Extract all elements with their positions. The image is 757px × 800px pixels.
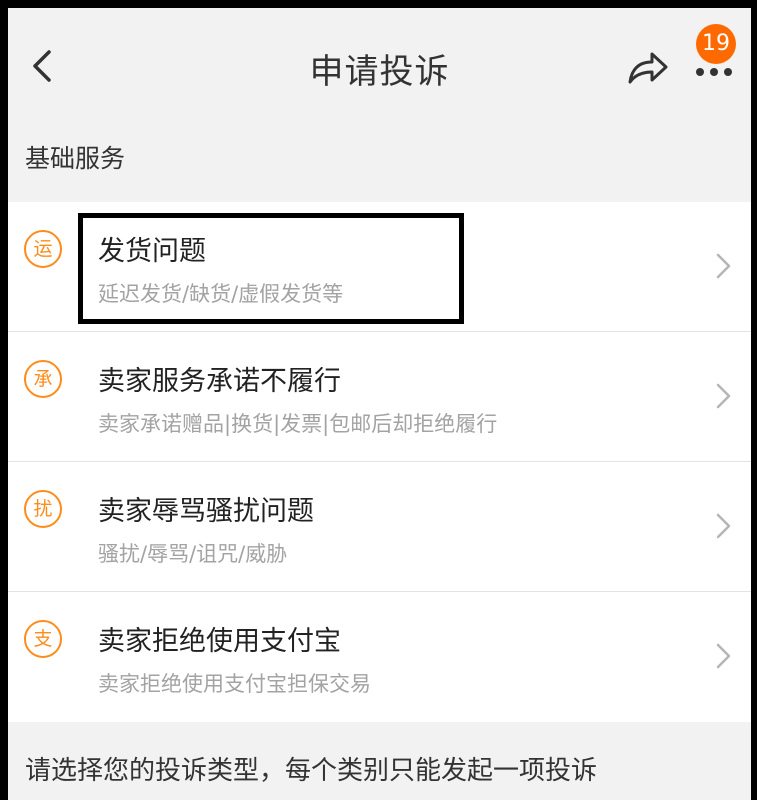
footer-note-area: 请选择您的投诉类型，每个类别只能发起一项投诉	[8, 722, 751, 800]
complaint-type-list: 运 发货问题 延迟发货/缺货/虚假发货等 承 卖家服务承诺不履行 卖家承诺赠品|…	[8, 202, 751, 722]
complaint-item-title: 发货问题	[98, 236, 206, 267]
harassment-icon: 扰	[24, 490, 62, 528]
share-arrow-icon	[628, 52, 668, 84]
alipay-icon: 支	[24, 620, 62, 658]
notification-badge: 19	[696, 24, 736, 64]
complaint-item-alipay-refusal[interactable]: 支 卖家拒绝使用支付宝 卖家拒绝使用支付宝担保交易	[8, 592, 751, 722]
top-nav-bar: 申请投诉 19	[8, 8, 751, 120]
complaint-item-title: 卖家辱骂骚扰问题	[98, 496, 314, 527]
promise-icon: 承	[24, 360, 62, 398]
footer-note: 请选择您的投诉类型，每个类别只能发起一项投诉	[25, 756, 598, 786]
chevron-right-icon	[716, 253, 731, 279]
shipping-icon: 运	[24, 230, 62, 268]
app-screen: 申请投诉 19 基础服务 运 发货问题 延迟发货/缺货/虚假发货等 承 卖家服务…	[8, 8, 751, 800]
complaint-item-subtitle: 卖家承诺赠品|换货|发票|包邮后却拒绝履行	[98, 412, 498, 436]
complaint-item-shipping[interactable]: 运 发货问题 延迟发货/缺货/虚假发货等	[8, 202, 751, 332]
chevron-right-icon	[716, 513, 731, 539]
complaint-item-subtitle: 延迟发货/缺货/虚假发货等	[98, 282, 344, 306]
complaint-item-harassment[interactable]: 扰 卖家辱骂骚扰问题 骚扰/辱骂/诅咒/威胁	[8, 462, 751, 592]
complaint-item-service-promise[interactable]: 承 卖家服务承诺不履行 卖家承诺赠品|换货|发票|包邮后却拒绝履行	[8, 332, 751, 462]
chevron-right-icon	[716, 383, 731, 409]
complaint-item-title: 卖家服务承诺不履行	[98, 366, 341, 397]
chevron-right-icon	[716, 643, 731, 669]
section-title: 基础服务	[25, 144, 126, 173]
complaint-item-title: 卖家拒绝使用支付宝	[98, 626, 341, 657]
more-dots-icon	[696, 68, 732, 76]
complaint-item-subtitle: 卖家拒绝使用支付宝担保交易	[98, 672, 371, 696]
complaint-item-subtitle: 骚扰/辱骂/诅咒/威胁	[98, 542, 288, 566]
share-button[interactable]	[624, 46, 672, 90]
